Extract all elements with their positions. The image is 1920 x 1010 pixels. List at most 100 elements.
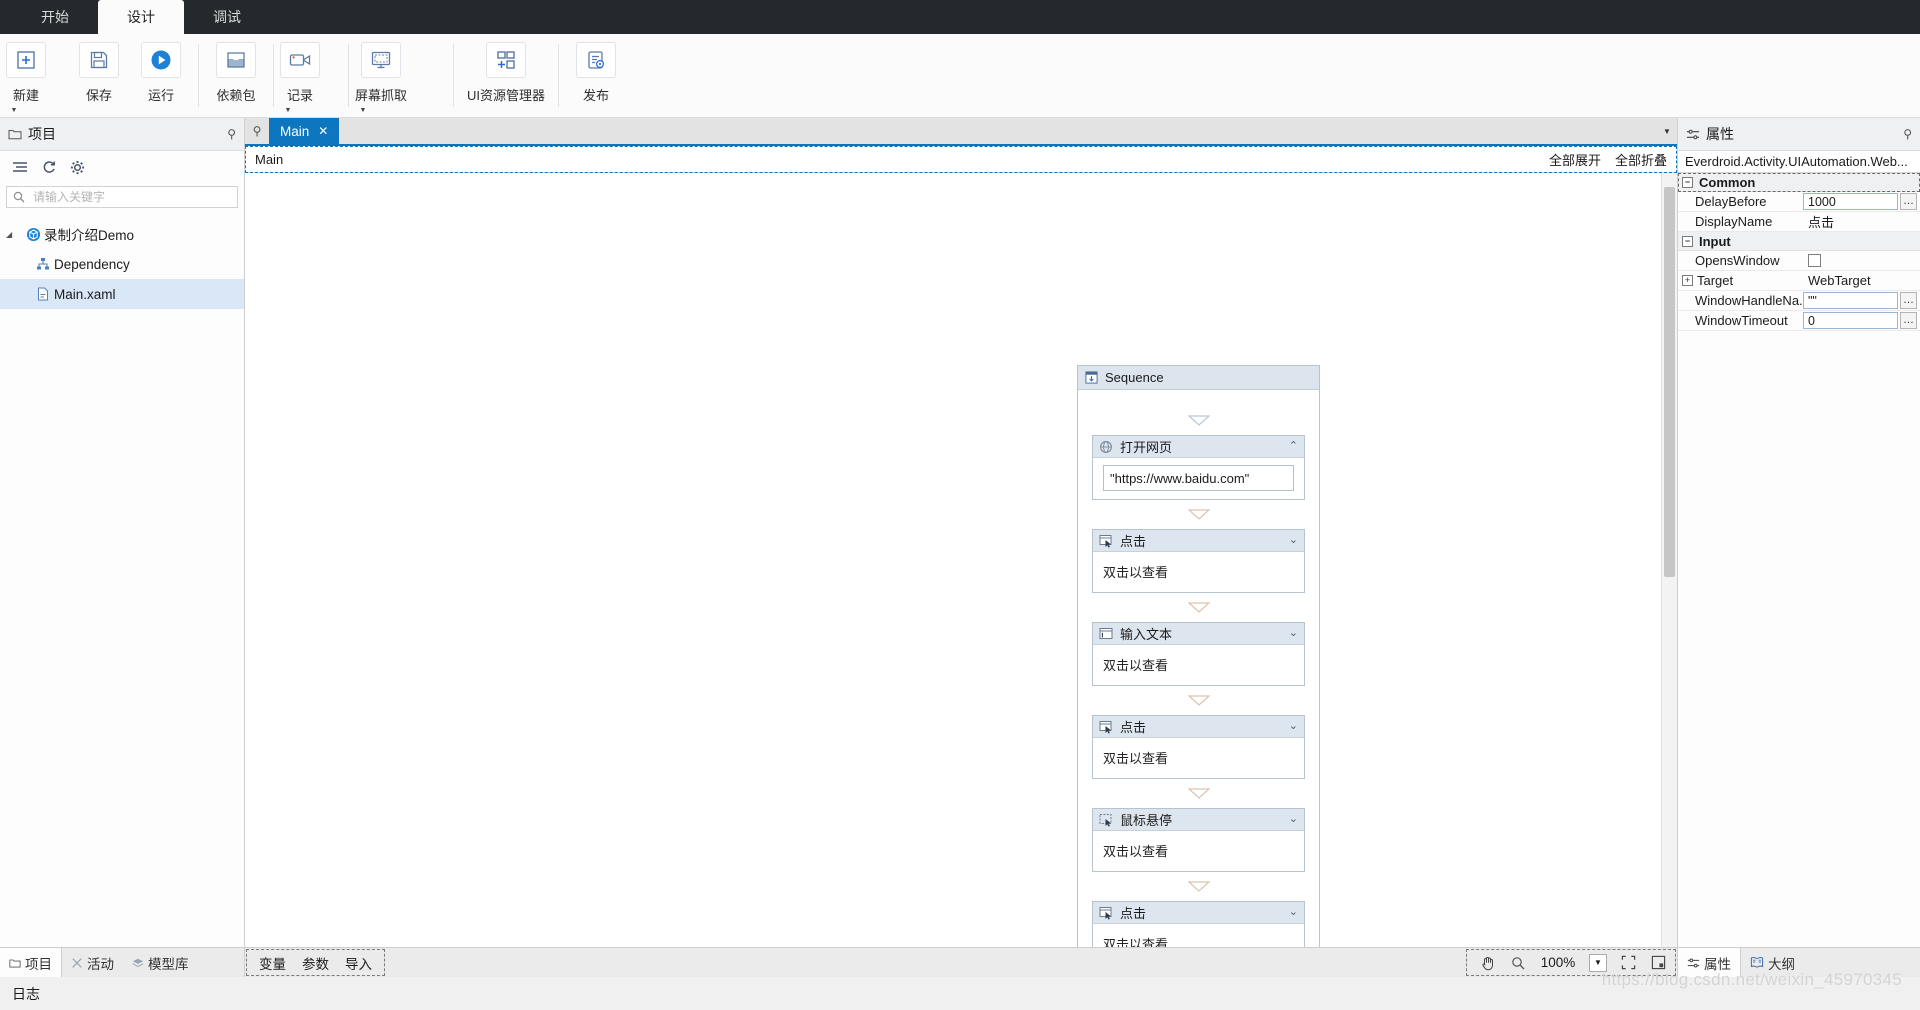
ribbon-tab-debug[interactable]: 调试 xyxy=(184,0,270,34)
ribbon-tab-design[interactable]: 设计 xyxy=(98,0,184,34)
property-value[interactable]: WebTarget xyxy=(1803,273,1917,288)
publish-clipboard-icon xyxy=(576,42,616,78)
fit-to-screen-icon[interactable] xyxy=(1619,954,1637,972)
property-row-openswindow[interactable]: OpensWindow xyxy=(1678,251,1920,271)
screen-capture-button[interactable]: 屏幕抓取 ▼ xyxy=(355,34,447,117)
activity-note[interactable]: 双击以查看 xyxy=(1101,745,1296,770)
bottom-tab-outline[interactable]: 大纲 xyxy=(1741,948,1804,977)
activity-header[interactable]: 打开网页 ⌃ xyxy=(1093,436,1304,458)
actual-size-icon[interactable] xyxy=(1649,954,1667,972)
pin-icon[interactable]: ⚲ xyxy=(1903,127,1912,141)
activity-click-2[interactable]: 点击 ⌄ 双击以查看 xyxy=(1092,715,1305,779)
properties-icon xyxy=(1687,957,1700,969)
designer-canvas[interactable]: Sequence 打开网页 ⌃ "https://www.baidu.com" … xyxy=(245,173,1677,947)
tree-item-project-root[interactable]: ◢ 录制介绍Demo xyxy=(0,219,244,249)
activity-hover[interactable]: 鼠标悬停 ⌄ 双击以查看 xyxy=(1092,808,1305,872)
search-input[interactable] xyxy=(31,189,231,205)
record-button[interactable]: 记录 ▼ xyxy=(280,34,342,117)
activity-note[interactable]: 双击以查看 xyxy=(1101,559,1296,584)
property-ellipsis-button[interactable]: … xyxy=(1900,312,1917,329)
designer-zoom-controls: 100% ▼ xyxy=(1465,948,1677,977)
chevron-down-icon[interactable]: ▼ xyxy=(1657,118,1677,144)
arguments-tab[interactable]: 参数 xyxy=(302,953,329,973)
collapse-box-icon[interactable]: − xyxy=(1682,176,1693,188)
bottom-tab-project[interactable]: 项目 xyxy=(0,948,62,977)
activity-header[interactable]: 输入文本 ⌄ xyxy=(1093,623,1304,645)
property-row-windowtimeout[interactable]: WindowTimeout 0 … xyxy=(1678,311,1920,331)
activity-click-3[interactable]: 点击 ⌄ 双击以查看 xyxy=(1092,901,1305,947)
property-ellipsis-button[interactable]: … xyxy=(1900,193,1917,210)
property-input[interactable]: 0 xyxy=(1803,312,1898,329)
new-button[interactable]: 新建 ▼ xyxy=(6,34,68,117)
pin-icon[interactable]: ⚲ xyxy=(245,118,269,144)
designer-status-bar: 变量 参数 导入 100% ▼ xyxy=(245,947,1677,977)
activity-note[interactable]: 双击以查看 xyxy=(1101,931,1296,947)
property-group-input[interactable]: − Input xyxy=(1678,232,1920,251)
property-ellipsis-button[interactable]: … xyxy=(1900,292,1917,309)
activity-header[interactable]: 鼠标悬停 ⌄ xyxy=(1093,809,1304,831)
scrollbar-thumb[interactable] xyxy=(1664,187,1675,577)
hand-pan-icon[interactable] xyxy=(1479,954,1497,972)
dependency-package-button[interactable]: 依赖包 xyxy=(205,34,267,117)
url-field[interactable]: "https://www.baidu.com" xyxy=(1103,465,1294,491)
breadcrumb-label[interactable]: Main xyxy=(255,152,283,167)
property-input[interactable]: 1000 xyxy=(1803,193,1898,210)
activity-header[interactable]: 点击 ⌄ xyxy=(1093,530,1304,552)
chevron-down-icon[interactable]: ⌄ xyxy=(1289,628,1298,639)
bottom-tab-properties[interactable]: 属性 xyxy=(1678,948,1741,977)
publish-button[interactable]: 发布 xyxy=(565,34,627,117)
settings-gear-icon[interactable] xyxy=(70,160,85,175)
activity-open-webpage[interactable]: 打开网页 ⌃ "https://www.baidu.com" xyxy=(1092,435,1305,500)
ui-resource-manager-button[interactable]: UI资源管理器 xyxy=(460,34,552,117)
screen-capture-dropdown-arrow[interactable]: ▼ xyxy=(355,104,371,117)
bottom-tab-activity[interactable]: 活动 xyxy=(62,948,123,977)
tree-item-main-xaml[interactable]: Main.xaml xyxy=(0,279,244,309)
bottom-tab-model-library[interactable]: 模型库 xyxy=(123,948,198,977)
canvas-vertical-scrollbar[interactable] xyxy=(1661,173,1677,947)
magnifier-icon[interactable] xyxy=(1509,954,1527,972)
run-button[interactable]: 运行 xyxy=(130,34,192,117)
chevron-down-icon[interactable]: ⌄ xyxy=(1289,907,1298,918)
property-row-delaybefore[interactable]: DelayBefore 1000 … xyxy=(1678,192,1920,212)
activity-header[interactable]: 点击 ⌄ xyxy=(1093,902,1304,924)
chevron-down-icon[interactable]: ⌄ xyxy=(1289,721,1298,732)
expand-box-icon[interactable]: + xyxy=(1682,275,1693,286)
sequence-header[interactable]: Sequence xyxy=(1078,366,1319,390)
chevron-up-icon[interactable]: ⌃ xyxy=(1289,441,1298,452)
expand-caret-icon[interactable]: ◢ xyxy=(6,230,22,239)
activity-type-text[interactable]: 输入文本 ⌄ 双击以查看 xyxy=(1092,622,1305,686)
refresh-icon[interactable] xyxy=(42,160,57,175)
save-button[interactable]: 保存 xyxy=(68,34,130,117)
expand-all-link[interactable]: 全部展开 xyxy=(1549,150,1601,169)
tree-item-dependency[interactable]: Dependency xyxy=(0,249,244,279)
activity-click-1[interactable]: 点击 ⌄ 双击以查看 xyxy=(1092,529,1305,593)
activity-header[interactable]: 点击 ⌄ xyxy=(1093,716,1304,738)
property-row-target[interactable]: + Target WebTarget xyxy=(1678,271,1920,291)
property-group-common[interactable]: − Common xyxy=(1678,173,1920,192)
close-icon[interactable]: ✕ xyxy=(318,124,328,138)
zoom-dropdown-button[interactable]: ▼ xyxy=(1589,953,1607,972)
log-bar[interactable]: 日志 xyxy=(0,977,1920,1010)
property-row-displayname[interactable]: DisplayName 点击 xyxy=(1678,212,1920,232)
record-dropdown-arrow[interactable]: ▼ xyxy=(280,104,296,117)
ribbon-tab-start[interactable]: 开始 xyxy=(12,0,98,34)
property-value[interactable]: 点击 xyxy=(1803,212,1917,231)
collapse-box-icon[interactable]: − xyxy=(1682,235,1693,247)
collapse-all-icon[interactable] xyxy=(12,160,29,174)
property-input[interactable]: "" xyxy=(1803,292,1898,309)
chevron-down-icon[interactable]: ⌄ xyxy=(1289,814,1298,825)
variables-tab[interactable]: 变量 xyxy=(259,953,286,973)
zoom-level-label: 100% xyxy=(1540,955,1576,970)
activity-note[interactable]: 双击以查看 xyxy=(1101,652,1296,677)
activity-note[interactable]: 双击以查看 xyxy=(1101,838,1296,863)
pin-icon[interactable]: ⚲ xyxy=(227,127,236,141)
project-search-box[interactable] xyxy=(6,186,238,208)
property-checkbox[interactable] xyxy=(1808,254,1821,267)
new-dropdown-arrow[interactable]: ▼ xyxy=(6,104,22,117)
chevron-down-icon[interactable]: ⌄ xyxy=(1289,535,1298,546)
designer-tab-main[interactable]: Main ✕ xyxy=(269,118,340,144)
imports-tab[interactable]: 导入 xyxy=(345,953,372,973)
collapse-all-link[interactable]: 全部折叠 xyxy=(1615,150,1667,169)
property-row-windowhandlename[interactable]: WindowHandleNa... "" … xyxy=(1678,291,1920,311)
sequence-container[interactable]: Sequence 打开网页 ⌃ "https://www.baidu.com" … xyxy=(1077,365,1320,947)
